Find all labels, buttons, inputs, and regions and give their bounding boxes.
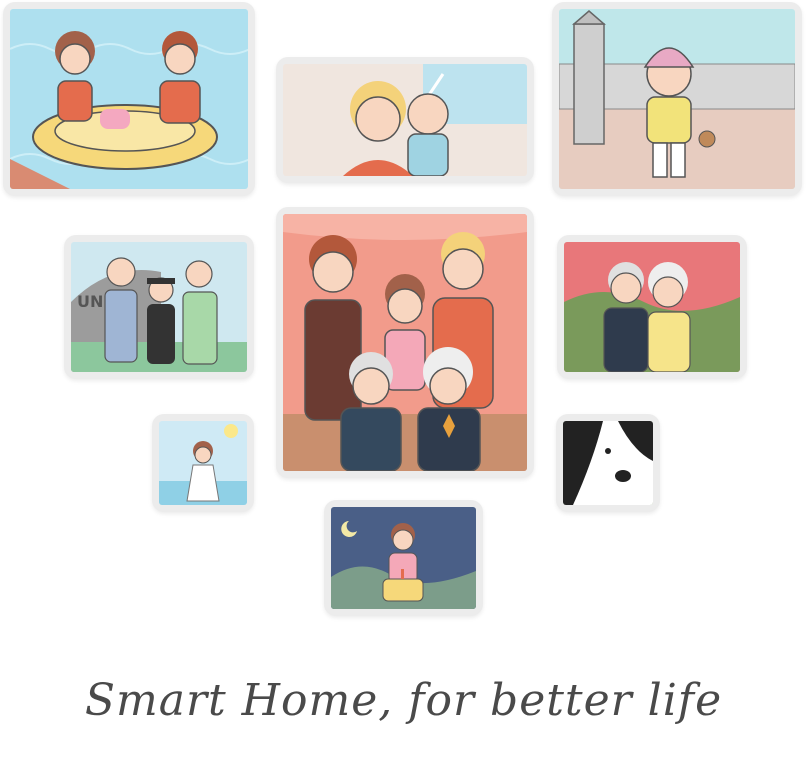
mother-and-baby-illustration [283, 64, 527, 176]
photo-graduation-family[interactable]: UNI [64, 235, 254, 379]
photo-couple-on-boat[interactable] [3, 2, 255, 196]
photo-girl-at-beach[interactable] [152, 414, 254, 512]
photo-family-portrait[interactable] [276, 207, 534, 478]
photo-birthday-cake[interactable] [324, 500, 483, 616]
photo-elderly-couple[interactable] [557, 235, 747, 379]
dog-closeup-illustration [563, 421, 653, 505]
graduation-family-illustration: UNI [71, 242, 247, 372]
elderly-couple-illustration [564, 242, 740, 372]
tagline: Smart Home, for better life [84, 675, 723, 726]
child-with-teddy-illustration [559, 9, 795, 189]
photo-dog-closeup[interactable] [556, 414, 660, 512]
birthday-cake-illustration [331, 507, 476, 609]
photo-mother-and-baby[interactable] [276, 57, 534, 183]
couple-on-boat-illustration [10, 9, 248, 189]
girl-at-beach-illustration [159, 421, 247, 505]
photo-child-with-teddy[interactable] [552, 2, 802, 196]
family-portrait-illustration [283, 214, 527, 471]
